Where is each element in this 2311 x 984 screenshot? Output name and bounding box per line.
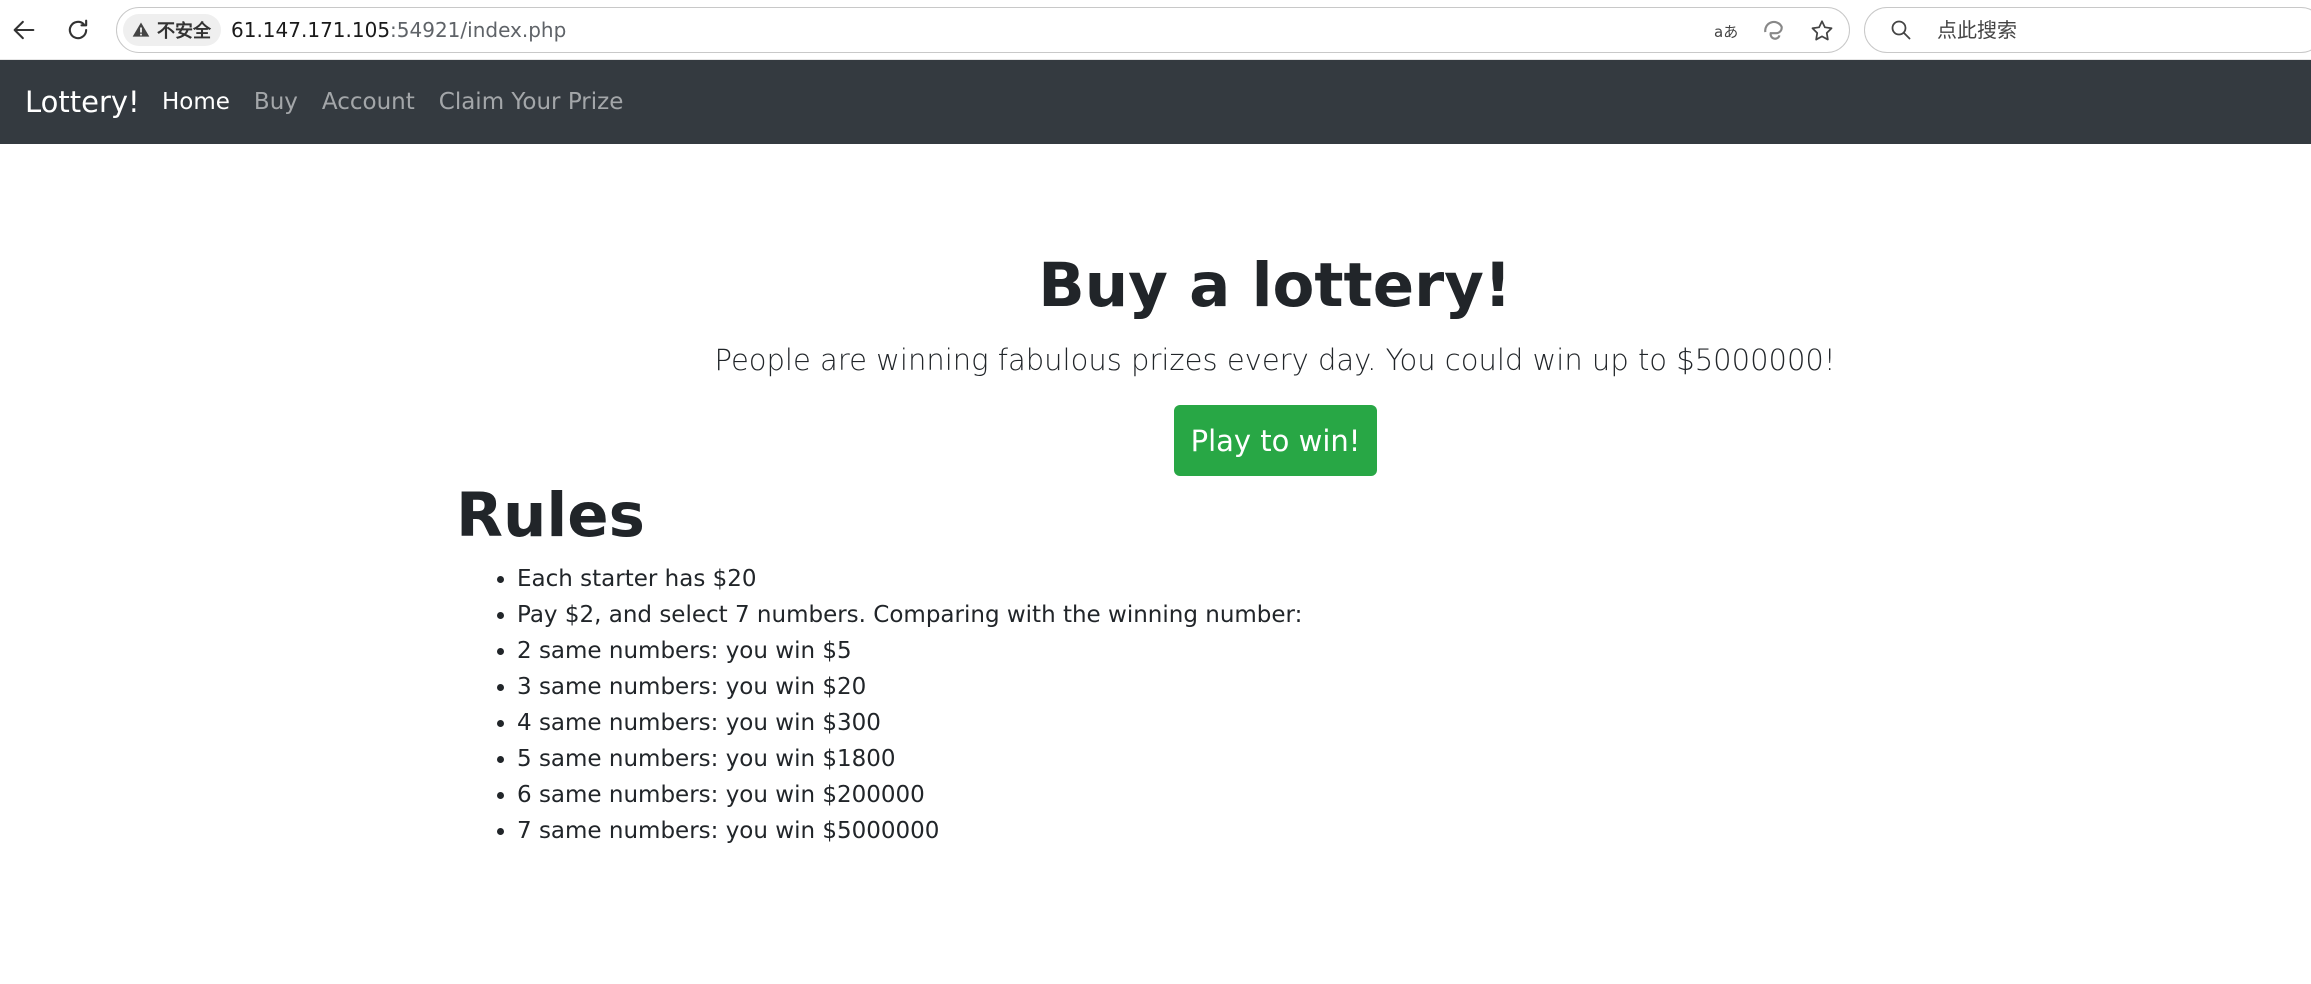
search-icon [1891, 20, 1911, 40]
back-button[interactable] [4, 10, 44, 50]
back-arrow-icon [13, 20, 35, 40]
list-item: 4 same numbers: you win $300 [517, 705, 1302, 741]
list-item: Each starter has $20 [517, 561, 1302, 597]
list-item: 6 same numbers: you win $200000 [517, 777, 1302, 813]
rules-list: Each starter has $20 Pay $2, and select … [476, 561, 1302, 849]
play-to-win-button[interactable]: Play to win! [1174, 405, 1377, 476]
address-bar[interactable]: 不安全 61.147.171.105:54921/index.php aあ [116, 7, 1850, 53]
list-item: Pay $2, and select 7 numbers. Comparing … [517, 597, 1302, 633]
star-icon [1811, 20, 1833, 41]
list-item: 3 same numbers: you win $20 [517, 669, 1302, 705]
edge-extension-button[interactable] [1759, 16, 1789, 46]
site-navbar: Lottery! Home Buy Account Claim Your Pri… [0, 60, 2311, 144]
security-label: 不安全 [157, 21, 211, 42]
nav-link-account[interactable]: Account [322, 60, 415, 144]
hero-lead: People are winning fabulous prizes every… [714, 343, 1836, 377]
url-text[interactable]: 61.147.171.105:54921/index.php [231, 8, 566, 52]
nav-link-claim-prize[interactable]: Claim Your Prize [439, 60, 624, 144]
read-aloud-icon: aあ [1714, 23, 1738, 41]
nav-links: Home Buy Account Claim Your Prize [162, 60, 647, 144]
read-aloud-button[interactable]: aあ [1711, 16, 1741, 46]
rules-title: Rules [456, 480, 645, 551]
reload-button[interactable] [58, 10, 98, 50]
url-host: 61.147.171.105 [231, 18, 391, 42]
warning-icon [132, 22, 150, 37]
favorite-button[interactable] [1807, 16, 1837, 46]
hero-title: Buy a lottery! [1038, 250, 1512, 321]
list-item: 5 same numbers: you win $1800 [517, 741, 1302, 777]
security-indicator[interactable]: 不安全 [123, 14, 221, 46]
nav-link-buy[interactable]: Buy [254, 60, 298, 144]
search-placeholder: 点此搜索 [1937, 18, 2017, 42]
search-box[interactable]: 点此搜索 [1864, 7, 2311, 53]
list-item: 2 same numbers: you win $5 [517, 633, 1302, 669]
browser-toolbar: 不安全 61.147.171.105:54921/index.php aあ 点此… [0, 0, 2311, 60]
svg-text:aあ: aあ [1714, 23, 1738, 41]
edge-icon [1764, 20, 1783, 40]
navbar-brand[interactable]: Lottery! [25, 60, 140, 144]
url-path: :54921/index.php [390, 18, 567, 42]
nav-link-home[interactable]: Home [162, 60, 230, 144]
list-item: 7 same numbers: you win $5000000 [517, 813, 1302, 849]
reload-icon [68, 19, 88, 40]
